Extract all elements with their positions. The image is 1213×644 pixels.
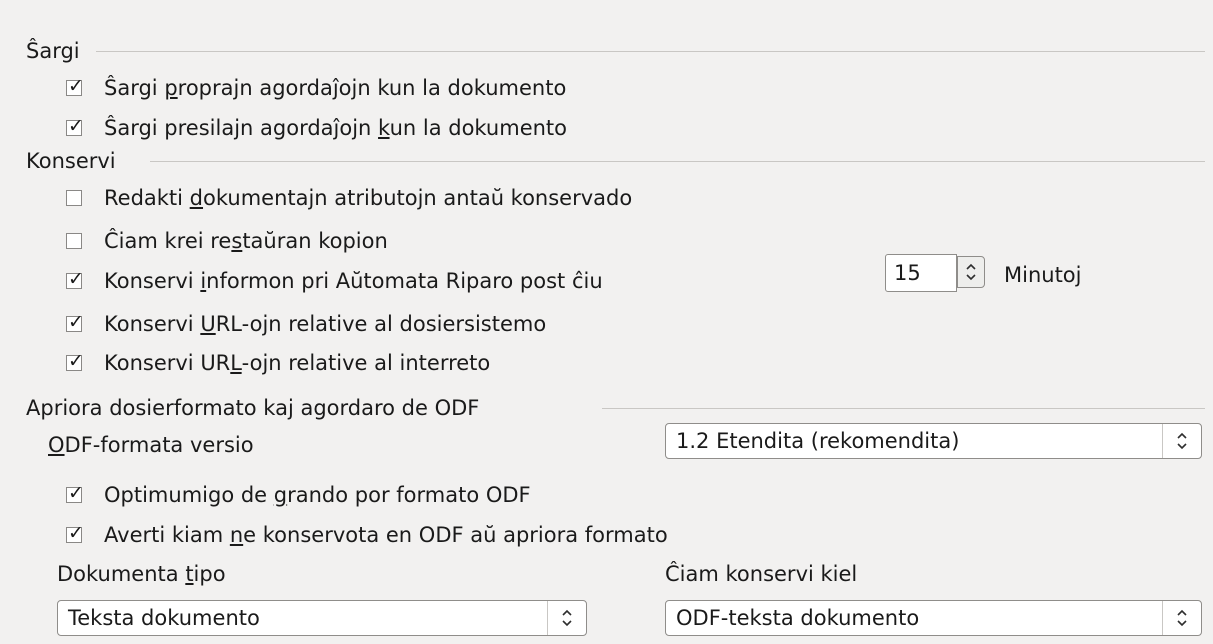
check-icon: ✓: [68, 522, 84, 544]
select-value: ODF-teksta dokumento: [676, 606, 920, 630]
checkbox-box[interactable]: ✓: [66, 482, 84, 504]
checkbox-label: Redakti dokumentajn atributojn antaŭ kon…: [104, 186, 633, 210]
check-icon: ✓: [68, 75, 84, 97]
checkbox-box[interactable]: [66, 190, 82, 206]
select-value: Teksta dokumento: [68, 606, 260, 630]
check-icon: ✓: [68, 482, 84, 504]
checkbox-label: Ĉiam krei restaŭran kopion: [104, 229, 388, 253]
document-type-select[interactable]: Teksta dokumento: [57, 600, 587, 636]
checkbox-label: Konservi URL-ojn relative al interreto: [104, 351, 491, 375]
checkbox-box[interactable]: ✓: [66, 75, 84, 97]
check-icon: ✓: [68, 350, 84, 372]
always-save-as-select[interactable]: ODF-teksta dokumento: [665, 600, 1202, 636]
section-title-default-format: Apriora dosierformato kaj agordaro de OD…: [26, 396, 480, 420]
select-toggle[interactable]: [1162, 601, 1201, 635]
checkbox-box[interactable]: ✓: [66, 522, 84, 544]
chevron-updown-icon: [562, 609, 572, 627]
chevron-updown-icon: [1177, 609, 1187, 627]
checkbox-always-backup[interactable]: Ĉiam krei restaŭran kopion: [66, 226, 388, 256]
checkbox-label: Ŝargi presilajn agordaĵojn kun la dokume…: [104, 116, 568, 140]
select-value: 1.2 Etendita (rekomendita): [676, 429, 960, 453]
checkbox-warn-non-odf[interactable]: ✓ Averti kiam ne konservota en ODF aŭ ap…: [66, 520, 668, 550]
check-icon: ✓: [68, 311, 84, 333]
spin-arrows-icon: [966, 263, 976, 281]
check-icon: ✓: [68, 268, 84, 290]
section-divider: [602, 408, 1205, 409]
checkbox-label: Ŝargi proprajn agordaĵojn kun la dokumen…: [104, 76, 567, 100]
spin-value: 15: [894, 261, 921, 285]
section-title-load: Ŝargi: [26, 39, 80, 63]
checkbox-label: Konservi informon pri Aŭtomata Riparo po…: [104, 269, 603, 293]
select-toggle[interactable]: [1162, 424, 1201, 458]
checkbox-box[interactable]: ✓: [66, 268, 84, 290]
section-divider: [150, 161, 1205, 162]
checkbox-relative-filesystem[interactable]: ✓ Konservi URL-ojn relative al dosiersis…: [66, 309, 546, 339]
chevron-updown-icon: [1177, 432, 1187, 450]
odf-version-select[interactable]: 1.2 Etendita (rekomendita): [665, 423, 1202, 459]
document-type-label: Dokumenta tipo: [57, 562, 226, 586]
section-title-save: Konservi: [26, 149, 116, 173]
checkbox-label: Konservi URL-ojn relative al dosiersiste…: [104, 312, 547, 336]
checkbox-relative-internet[interactable]: ✓ Konservi URL-ojn relative al interreto: [66, 348, 490, 378]
checkbox-autorecovery[interactable]: ✓ Konservi informon pri Aŭtomata Riparo …: [66, 266, 603, 296]
odf-version-label: ODF-formata versio: [48, 433, 254, 457]
checkbox-box[interactable]: ✓: [66, 311, 84, 333]
checkbox-label: Optimumigo de grando por formato ODF: [104, 483, 531, 507]
checkbox-edit-doc-properties[interactable]: Redakti dokumentajn atributojn antaŭ kon…: [66, 183, 632, 213]
checkbox-size-optimization[interactable]: ✓ Optimumigo de grando por formato ODF: [66, 480, 531, 510]
checkbox-load-user-settings[interactable]: ✓ Ŝargi proprajn agordaĵojn kun la dokum…: [66, 73, 566, 103]
autorecovery-minutes-input[interactable]: 15: [885, 254, 957, 292]
checkbox-box[interactable]: ✓: [66, 350, 84, 372]
autorecovery-spin-button[interactable]: [957, 256, 985, 288]
always-save-as-label: Ĉiam konservi kiel: [665, 562, 858, 586]
autorecovery-unit-label: Minutoj: [1004, 263, 1082, 287]
checkbox-box[interactable]: [66, 233, 82, 249]
checkbox-box[interactable]: ✓: [66, 115, 84, 137]
select-toggle[interactable]: [547, 601, 586, 635]
section-divider: [96, 51, 1205, 52]
check-icon: ✓: [68, 115, 84, 137]
checkbox-load-printer-settings[interactable]: ✓ Ŝargi presilajn agordaĵojn kun la doku…: [66, 113, 567, 143]
checkbox-label: Averti kiam ne konservota en ODF aŭ apri…: [104, 523, 668, 547]
